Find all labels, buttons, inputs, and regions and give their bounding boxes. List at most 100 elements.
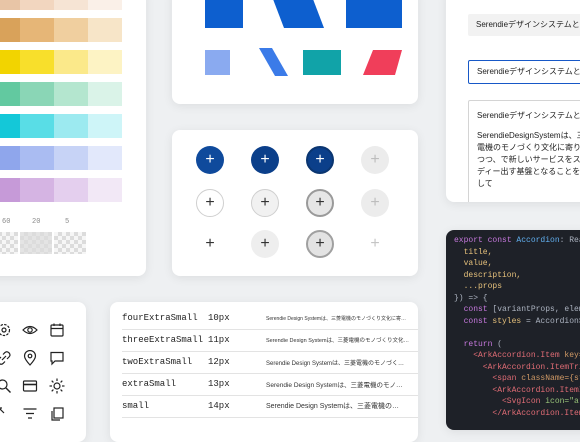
code-token: }) => { [454, 293, 488, 303]
type-scale-row: extraSmall 13px Serendie Design Systemは、… [122, 373, 418, 396]
plus-icon: + [370, 151, 380, 168]
type-token-size: 11px [208, 335, 230, 345]
code-token: <SvgIcon [454, 397, 546, 406]
color-swatch [88, 50, 122, 74]
type-token-size: 10px [208, 313, 230, 323]
code-line: const [variantProps, eleme [454, 305, 580, 314]
transparency-checker [0, 232, 18, 254]
type-sample-text: Serendie Design Systemは、三菱電機のモノづく… [266, 360, 405, 367]
color-swatch [20, 82, 54, 106]
color-swatch [0, 18, 20, 42]
type-sample-text: Serendie Design Systemは、三菱電機のモノづくり文化に寄… [266, 315, 407, 322]
color-swatch [54, 18, 88, 42]
code-token: <ArkAccordion.ItemI [454, 385, 580, 395]
code-line: <ArkAccordion.ItemI [454, 386, 580, 395]
search-icon [0, 379, 11, 393]
plus-icon: + [205, 194, 215, 211]
code-token: = AccordionSt [526, 316, 580, 326]
color-swatch [20, 178, 54, 202]
typography-scale-card: fourExtraSmall 10px Serendie Design Syst… [110, 302, 418, 442]
plus-icon-button-ghost[interactable]: + [251, 230, 279, 258]
shape-rect-teal [303, 50, 341, 75]
transparency-checker [20, 232, 52, 254]
code-token: export [454, 236, 488, 245]
palette-tick-label: 5 [65, 218, 70, 226]
color-swatch [20, 0, 54, 10]
color-swatch [0, 178, 20, 202]
code-token: value, [454, 259, 493, 268]
transparency-checker [54, 232, 86, 254]
link-icon [0, 351, 11, 365]
shape-parallelogram-large [273, 0, 324, 28]
plus-icon-button-outline[interactable]: + [196, 189, 224, 217]
palette-row-top [0, 0, 122, 10]
palette-row-yellow [0, 50, 122, 74]
plus-icon: + [370, 194, 380, 211]
code-line: <ArkAccordion.Item key={ [454, 351, 580, 360]
plus-icon: + [315, 151, 325, 168]
code-token: Accordion [516, 236, 560, 245]
plus-icon-button-outline-disabled[interactable]: + [361, 189, 389, 217]
plus-icon-button-outline[interactable]: + [251, 189, 279, 217]
type-token-size: 13px [208, 379, 230, 389]
brand-shapes-svg [205, 0, 402, 76]
settings-icon [0, 323, 11, 337]
plus-icon-button-ghost[interactable]: + [196, 230, 224, 258]
plus-icon-button[interactable]: + [306, 146, 334, 174]
plus-icon: + [260, 151, 270, 168]
palette-row-blue [0, 146, 122, 170]
eye-icon [22, 325, 38, 335]
plus-icon: + [205, 151, 215, 168]
plus-icon-button[interactable]: + [251, 146, 279, 174]
textarea-first-line: Serendieデザインシステムとは [477, 111, 580, 120]
plus-icon-button-ghost[interactable]: + [306, 230, 334, 258]
color-swatch [20, 146, 54, 170]
location-pin-icon [23, 350, 37, 366]
color-swatch [54, 146, 88, 170]
type-scale-row: threeExtraSmall 11px Serendie Design Sys… [122, 329, 418, 352]
code-token: ( [497, 339, 503, 349]
code-token: const [454, 316, 493, 326]
code-token: key={ [564, 351, 580, 360]
color-swatch [88, 178, 122, 202]
type-sample-text: Serendie Design Systemは、三菱電機の… [266, 403, 400, 410]
plus-icon: + [260, 194, 270, 211]
color-swatch [54, 82, 88, 106]
code-line: <span className={sty [454, 374, 580, 383]
code-token: styles [492, 316, 522, 326]
type-token-name: twoExtraSmall [122, 357, 193, 367]
code-line: const styles = AccordionSt [454, 317, 580, 326]
shape-trapezoid-red [363, 50, 402, 75]
code-token: className={sty [521, 374, 580, 383]
code-token: <ArkAccordion.Item [454, 351, 565, 360]
shape-square-large [205, 0, 243, 28]
color-swatch [54, 114, 88, 138]
plus-icon-button-outline[interactable]: + [306, 189, 334, 217]
palette-tick-label: 20 [32, 218, 41, 226]
plus-icon-button-ghost-disabled[interactable]: + [361, 230, 389, 258]
plus-icon-button-disabled[interactable]: + [361, 146, 389, 174]
code-line: title, [454, 248, 493, 257]
plus-icon-button[interactable]: + [196, 146, 224, 174]
code-token: ...props [454, 282, 503, 291]
plus-icon: + [260, 235, 270, 252]
text-field-filled[interactable]: Serendieデザインシステムとは [468, 14, 580, 36]
type-token-name: small [122, 401, 150, 411]
chat-bubble-icon [50, 351, 64, 366]
plus-icon: + [205, 235, 215, 252]
color-swatch [88, 82, 122, 106]
text-field-focused[interactable]: Serendieデザインシステムとは [468, 60, 580, 84]
color-swatch [20, 50, 54, 74]
type-scale-row: small 14px Serendie Design Systemは、三菱電機の… [122, 395, 418, 418]
icon-set-card [0, 302, 86, 442]
code-line: <SvgIcon icon="ar [454, 397, 580, 406]
icon-buttons-card: + + + + + + + + + + + + [172, 130, 418, 276]
textarea-body: SerendieDesignSystemは、三菱電機のモノづくり文化に寄り添いつ… [477, 131, 580, 188]
textarea-field[interactable]: Serendieデザインシステムとは SerendieDesignSystemは… [468, 100, 580, 202]
code-token: icon="ar [545, 397, 580, 406]
code-line: return ( [454, 340, 502, 349]
credit-card-icon [22, 380, 38, 392]
color-swatch [0, 146, 20, 170]
text-fields-card: Serendieデザインシステムとは Serendieデザインシステムとは Se… [446, 0, 580, 202]
color-swatch [20, 18, 54, 42]
